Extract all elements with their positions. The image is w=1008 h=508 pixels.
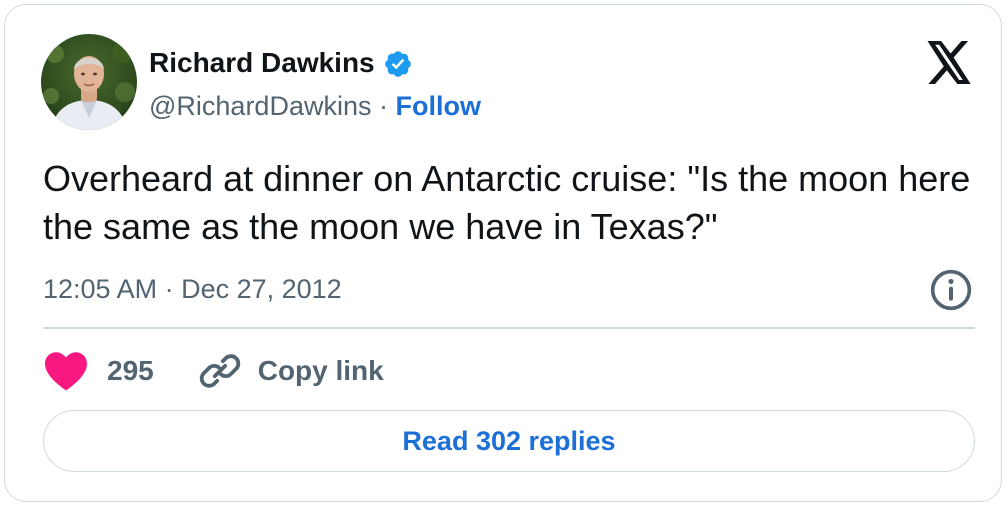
copy-link-button[interactable]: Copy link (198, 349, 384, 393)
author-handle[interactable]: @RichardDawkins (149, 91, 371, 121)
avatar-image (41, 34, 137, 130)
verified-badge-icon (384, 51, 411, 77)
action-bar: 295 Copy link (43, 343, 384, 399)
like-count: 295 (107, 355, 154, 386)
handle-separator: · (371, 91, 396, 121)
x-logo-icon[interactable] (925, 41, 973, 85)
read-replies-button[interactable]: Read 302 replies (43, 410, 975, 472)
tweet-card: Richard Dawkins @RichardDawkins · Follow… (4, 4, 1002, 502)
avatar[interactable] (41, 34, 137, 130)
copy-link-label: Copy link (257, 355, 384, 386)
info-icon[interactable] (929, 268, 973, 312)
link-icon (199, 354, 240, 388)
author-name-row[interactable]: Richard Dawkins (149, 43, 413, 83)
author-name[interactable]: Richard Dawkins (149, 43, 375, 83)
handle-line: @RichardDawkins · Follow (149, 87, 481, 125)
like-button[interactable]: 295 (43, 350, 154, 392)
heart-icon (45, 352, 87, 391)
follow-link[interactable]: Follow (395, 91, 480, 121)
divider (43, 327, 975, 329)
tweet-text: Overheard at dinner on Antarctic cruise:… (43, 158, 971, 247)
tweet-timestamp[interactable]: 12:05 AM · Dec 27, 2012 (43, 269, 342, 309)
